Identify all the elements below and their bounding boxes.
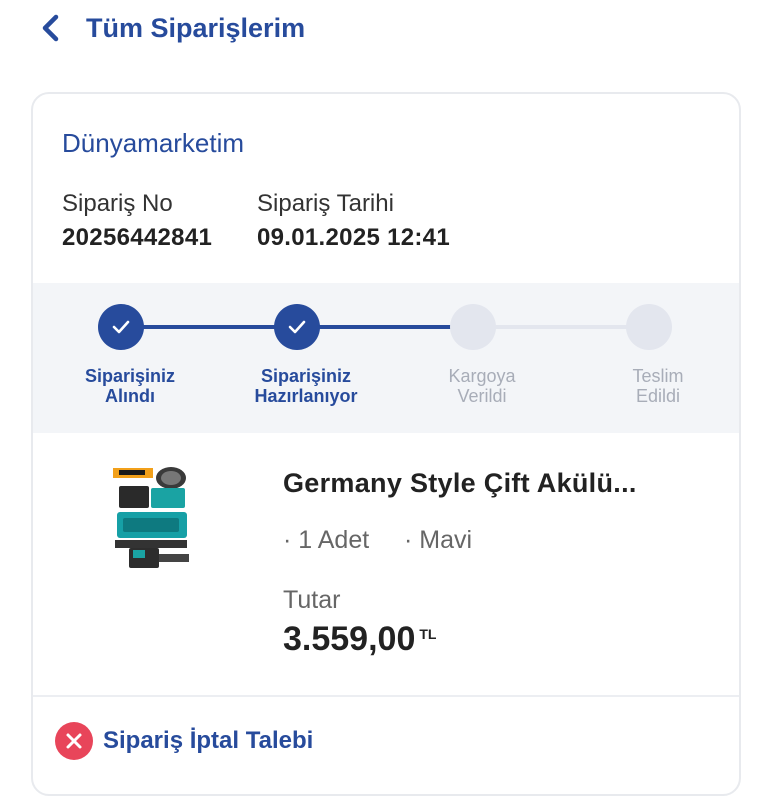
chevron-left-icon [42, 14, 59, 42]
step-3-circle [450, 304, 496, 350]
close-icon [55, 722, 93, 760]
step-3-label-line2: Verildi [457, 386, 507, 406]
product-quantity: · 1 Adet [283, 526, 370, 554]
order-progress-tracker: Siparişiniz Alındı Siparişiniz Hazırlanı… [33, 283, 739, 433]
product-title[interactable]: Germany Style Çift Akülü... [283, 468, 637, 499]
product-color: · Mavi [404, 526, 473, 554]
step-2-label: Siparişiniz Hazırlanıyor [226, 366, 386, 406]
price-currency: TL [419, 626, 437, 642]
step-3-label: Kargoya Verildi [402, 366, 562, 406]
step-3-label-line1: Kargoya [448, 366, 516, 386]
product-price: 3.559,00 TL [283, 620, 436, 659]
order-date: 09.01.2025 12:41 [257, 224, 450, 251]
store-name[interactable]: Dünyamarketim [62, 128, 244, 159]
divider [33, 695, 739, 697]
step-1-label-line2: Alındı [105, 386, 155, 406]
check-icon [288, 320, 306, 334]
step-2-label-line2: Hazırlanıyor [254, 386, 358, 406]
step-1-label: Siparişiniz Alındı [50, 366, 210, 406]
cancel-order-label: Sipariş İptal Talebi [103, 727, 314, 754]
step-4-label: Teslim Edildi [578, 366, 738, 406]
cancel-order-button[interactable]: Sipariş İptal Talebi [55, 721, 313, 761]
order-number-label: Sipariş No [62, 190, 173, 217]
product-image[interactable] [111, 466, 191, 578]
order-card: Dünyamarketim Sipariş No 20256442841 Sip… [31, 92, 741, 796]
progress-line-pending [473, 325, 649, 329]
check-icon [112, 320, 130, 334]
step-1-label-line1: Siparişiniz [84, 366, 176, 386]
top-bar: Tüm Siparişlerim [0, 0, 768, 60]
step-1-circle [98, 304, 144, 350]
step-4-circle [626, 304, 672, 350]
page-title: Tüm Siparişlerim [86, 13, 306, 43]
order-date-label: Sipariş Tarihi [257, 190, 394, 217]
step-2-circle [274, 304, 320, 350]
step-4-label-line1: Teslim [632, 366, 684, 386]
step-2-label-line1: Siparişiniz [260, 366, 352, 386]
product-thumbnail-icon [111, 466, 191, 578]
price-value: 3.559,00 [283, 620, 416, 658]
order-number: 20256442841 [62, 224, 213, 251]
total-label: Tutar [283, 586, 341, 614]
back-button[interactable] [36, 10, 68, 46]
step-4-label-line2: Edildi [635, 386, 681, 406]
